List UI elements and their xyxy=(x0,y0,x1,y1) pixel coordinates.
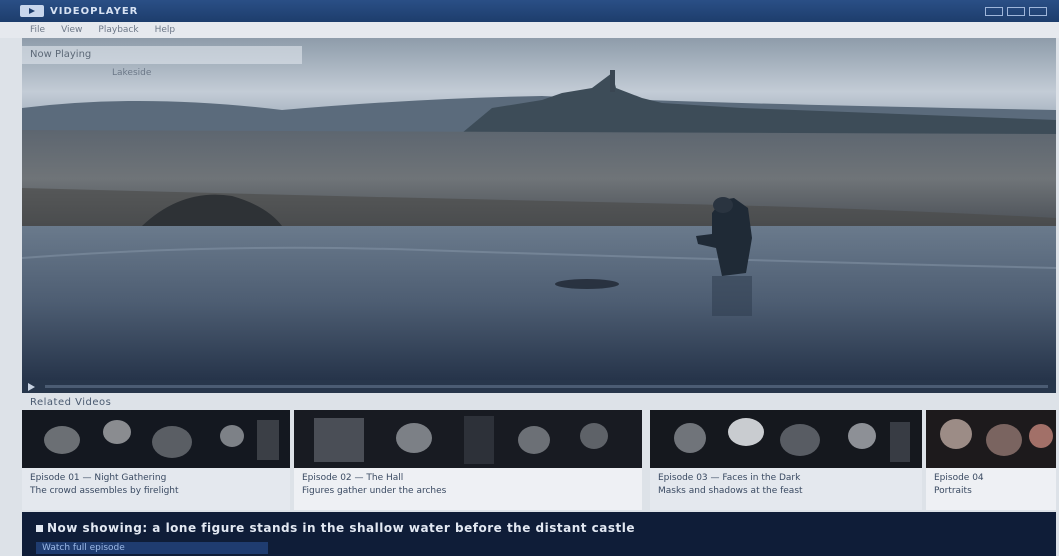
progress-bar[interactable] xyxy=(45,385,1048,388)
thumbnail-caption: Episode 02 — The Hall Figures gather und… xyxy=(294,468,642,510)
thumbnail-description: Masks and shadows at the feast xyxy=(658,486,803,496)
title-bar: VIDEOPLAYER xyxy=(0,0,1059,22)
menu-item-help[interactable]: Help xyxy=(155,25,176,35)
thumbnail-card[interactable]: Episode 04 Portraits xyxy=(926,410,1056,510)
watch-link[interactable]: Watch full episode xyxy=(36,542,268,554)
banner-headline: Now showing: a lone figure stands in the… xyxy=(36,521,1044,535)
thumbnail-title: Episode 01 — Night Gathering xyxy=(30,473,167,483)
player-control-bar xyxy=(22,380,1056,393)
app-title: VIDEOPLAYER xyxy=(50,5,139,17)
thumbnail-card[interactable]: Episode 01 — Night Gathering The crowd a… xyxy=(22,410,290,510)
thumbnail-caption: Episode 01 — Night Gathering The crowd a… xyxy=(22,468,290,510)
video-subtitle-overlay: Lakeside xyxy=(112,68,152,78)
speaker-icon xyxy=(36,525,43,532)
video-player[interactable]: Now Playing Lakeside xyxy=(22,38,1056,380)
close-button[interactable] xyxy=(1029,6,1047,16)
play-logo-icon xyxy=(20,5,44,17)
thumbnail-title: Episode 04 xyxy=(934,473,984,483)
menu-item-playback[interactable]: Playback xyxy=(98,25,138,35)
play-icon[interactable] xyxy=(28,382,35,391)
video-frame xyxy=(22,38,1056,380)
thumbnail-caption: Episode 04 Portraits xyxy=(926,468,1056,510)
banner-headline-text: Now showing: a lone figure stands in the… xyxy=(47,521,636,535)
video-title-overlay: Now Playing xyxy=(22,46,302,64)
menu-item-view[interactable]: View xyxy=(61,25,82,35)
window-controls xyxy=(985,6,1047,16)
menu-bar: File View Playback Help xyxy=(0,22,1059,38)
related-heading: Related Videos xyxy=(30,397,112,408)
thumbnail-description: The crowd assembles by firelight xyxy=(30,486,179,496)
thumbnail-description: Portraits xyxy=(934,486,972,496)
thumbnail-image xyxy=(650,410,922,468)
related-thumbnails: Episode 01 — Night Gathering The crowd a… xyxy=(22,410,1056,510)
now-showing-banner: Now showing: a lone figure stands in the… xyxy=(22,512,1056,556)
thumbnail-image xyxy=(926,410,1056,468)
thumbnail-image xyxy=(294,410,642,468)
thumbnail-title: Episode 02 — The Hall xyxy=(302,473,404,483)
thumbnail-card[interactable]: Episode 02 — The Hall Figures gather und… xyxy=(294,410,642,510)
menu-item-file[interactable]: File xyxy=(30,25,45,35)
thumbnail-title: Episode 03 — Faces in the Dark xyxy=(658,473,801,483)
thumbnail-card[interactable]: Episode 03 — Faces in the Dark Masks and… xyxy=(650,410,922,510)
thumbnail-caption: Episode 03 — Faces in the Dark Masks and… xyxy=(650,468,922,510)
thumbnail-description: Figures gather under the arches xyxy=(302,486,447,496)
app-brand: VIDEOPLAYER xyxy=(20,5,138,17)
thumbnail-image xyxy=(22,410,290,468)
maximize-button[interactable] xyxy=(1007,6,1025,16)
minimize-button[interactable] xyxy=(985,6,1003,16)
